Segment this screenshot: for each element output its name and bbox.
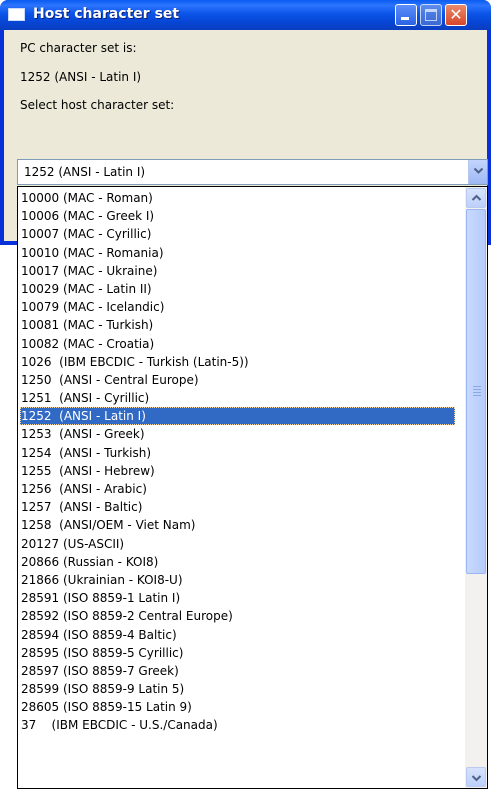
close-button[interactable]: ✕ xyxy=(445,4,467,26)
vertical-scrollbar[interactable] xyxy=(465,187,487,788)
list-item[interactable]: 28597 (ISO 8859-7 Greek) xyxy=(20,662,455,680)
window-icon xyxy=(8,8,25,21)
list-item[interactable]: 1255 (ANSI - Hebrew) xyxy=(20,462,455,480)
list-item[interactable]: 1254 (ANSI - Turkish) xyxy=(20,444,455,462)
list-item-selected[interactable]: 1252 (ANSI - Latin I) xyxy=(20,407,455,426)
list-item[interactable]: 10081 (MAC - Turkish) xyxy=(20,316,455,334)
pc-charset-label: PC character set is: xyxy=(20,41,137,55)
thumb-grip xyxy=(473,395,481,396)
list-item[interactable]: 1253 (ANSI - Greek) xyxy=(20,425,455,443)
combobox-value: 1252 (ANSI - Latin I) xyxy=(24,165,146,179)
list-item[interactable]: 10007 (MAC - Cyrillic) xyxy=(20,225,455,243)
scroll-down-button[interactable] xyxy=(466,767,486,787)
chevron-down-icon xyxy=(471,775,482,782)
list-item[interactable]: 1250 (ANSI - Central Europe) xyxy=(20,371,455,389)
list-item[interactable]: 20127 (US-ASCII) xyxy=(20,535,455,553)
list-item[interactable]: 1256 (ANSI - Arabic) xyxy=(20,480,455,498)
list-item[interactable]: 28592 (ISO 8859-2 Central Europe) xyxy=(20,607,455,625)
minimize-icon xyxy=(401,17,409,20)
maximize-button[interactable] xyxy=(420,4,442,26)
list-item[interactable]: 28599 (ISO 8859-9 Latin 5) xyxy=(20,680,455,698)
scrollbar-thumb[interactable] xyxy=(466,209,486,574)
thumb-grip xyxy=(473,389,481,390)
list-item[interactable]: 10000 (MAC - Roman) xyxy=(20,189,455,207)
list-item[interactable]: 10029 (MAC - Latin II) xyxy=(20,280,455,298)
window-title: Host character set xyxy=(33,6,180,22)
charset-dropdown-list[interactable]: 10000 (MAC - Roman) 10006 (MAC - Greek I)… xyxy=(17,186,488,789)
list-item[interactable]: 1026 (IBM EBCDIC - Turkish (Latin-5)) xyxy=(20,353,455,371)
list-item[interactable]: 20866 (Russian - KOI8) xyxy=(20,553,455,571)
list-item[interactable]: 10010 (MAC - Romania) xyxy=(20,244,455,262)
list-item[interactable]: 1251 (ANSI - Cyrillic) xyxy=(20,389,455,407)
list-item[interactable]: 28605 (ISO 8859-15 Latin 9) xyxy=(20,698,455,716)
pc-charset-value: 1252 (ANSI - Latin I) xyxy=(20,70,142,84)
thumb-grip xyxy=(473,392,481,393)
list-item[interactable]: 10082 (MAC - Croatia) xyxy=(20,335,455,353)
minimize-button[interactable] xyxy=(395,4,417,26)
list-item[interactable]: 1258 (ANSI/OEM - Viet Nam) xyxy=(20,516,455,534)
close-icon: ✕ xyxy=(449,5,463,24)
list-item[interactable]: 21866 (Ukrainian - KOI8-U) xyxy=(20,571,455,589)
list-item[interactable]: 10017 (MAC - Ukraine) xyxy=(20,262,455,280)
chevron-down-icon xyxy=(473,167,484,174)
list-item[interactable]: 37 (IBM EBCDIC - U.S./Canada) xyxy=(20,716,455,734)
host-charset-combobox[interactable]: 1252 (ANSI - Latin I) xyxy=(17,159,488,185)
dropdown-items: 10000 (MAC - Roman) 10006 (MAC - Greek I)… xyxy=(20,189,455,735)
combobox-dropdown-button[interactable] xyxy=(468,160,487,184)
maximize-icon xyxy=(425,9,437,21)
thumb-grip xyxy=(473,386,481,387)
select-host-charset-label: Select host character set: xyxy=(20,98,175,112)
title-bar[interactable]: Host character set ✕ xyxy=(0,0,491,30)
list-item[interactable]: 10079 (MAC - Icelandic) xyxy=(20,298,455,316)
list-item[interactable]: 28594 (ISO 8859-4 Baltic) xyxy=(20,626,455,644)
list-item[interactable]: 28591 (ISO 8859-1 Latin I) xyxy=(20,589,455,607)
list-item[interactable]: 10006 (MAC - Greek I) xyxy=(20,207,455,225)
list-item[interactable]: 28595 (ISO 8859-5 Cyrillic) xyxy=(20,644,455,662)
list-item[interactable]: 1257 (ANSI - Baltic) xyxy=(20,498,455,516)
chevron-up-icon xyxy=(471,194,482,201)
scroll-up-button[interactable] xyxy=(466,188,486,208)
